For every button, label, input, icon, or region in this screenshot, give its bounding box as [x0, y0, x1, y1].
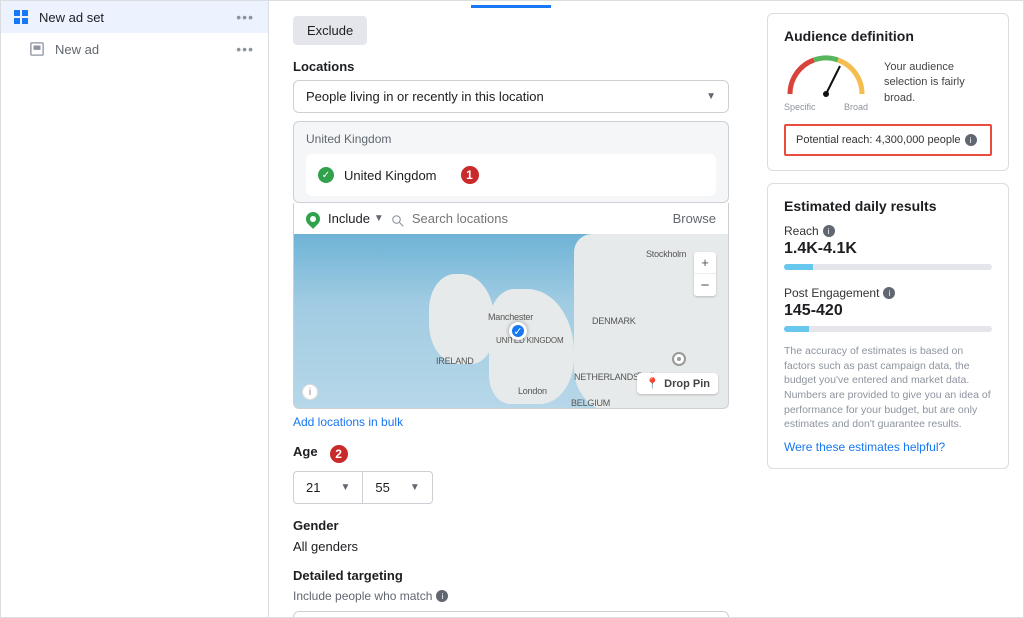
map-info-icon[interactable]: i — [302, 384, 318, 400]
gender-value: All genders — [293, 539, 729, 554]
sidebar-item-ad[interactable]: New ad ••• — [1, 33, 268, 65]
grid-icon — [13, 9, 29, 25]
location-group-heading: United Kingdom — [306, 132, 716, 146]
check-circle-icon: ✓ — [318, 167, 334, 183]
ad-icon — [29, 41, 45, 57]
left-sidebar: New ad set ••• New ad ••• — [1, 1, 269, 617]
zoom-out-button[interactable]: − — [694, 274, 716, 296]
more-icon[interactable]: ••• — [236, 41, 254, 57]
app-frame: New ad set ••• New ad ••• Exclude Locati… — [0, 0, 1024, 618]
map-landmass — [429, 274, 494, 364]
gauge-specific-label: Specific — [784, 102, 816, 112]
estimated-results-title: Estimated daily results — [784, 198, 992, 214]
reach-bar — [784, 264, 992, 270]
location-chip-label: United Kingdom — [344, 168, 437, 183]
chevron-down-icon: ▼ — [410, 482, 420, 493]
estimated-results-card: Estimated daily results Reach i 1.4K-4.1… — [767, 183, 1009, 469]
location-selection-box: United Kingdom ✓ United Kingdom 1 — [293, 121, 729, 203]
map-label-stockholm: Stockholm — [646, 249, 686, 259]
audience-gauge — [784, 54, 868, 102]
exclude-button[interactable]: Exclude — [293, 16, 367, 45]
annotation-2: 2 — [328, 443, 350, 465]
map-label-denmark: DENMARK — [592, 316, 636, 326]
location-type-value: People living in or recently in this loc… — [306, 89, 544, 104]
age-min-value: 21 — [306, 480, 320, 495]
age-max-select[interactable]: 55 ▼ — [362, 471, 432, 504]
map-label-belgium: BELGIUM — [571, 398, 610, 408]
location-search-row: Include ▼ Browse — [293, 203, 729, 234]
sidebar-adset-label: New ad set — [39, 10, 104, 25]
map-label-london: London — [518, 386, 547, 396]
sidebar-item-adset[interactable]: New ad set ••• — [1, 1, 268, 33]
drop-pin-label: Drop Pin — [664, 378, 710, 390]
audience-definition-card: Audience definition Specific — [767, 13, 1009, 171]
engagement-label-text: Post Engagement — [784, 286, 879, 300]
annotation-1: 1 — [459, 164, 481, 186]
info-icon[interactable]: i — [436, 590, 448, 602]
sidebar-ad-label: New ad — [55, 42, 99, 57]
pin-icon — [303, 209, 323, 229]
more-icon[interactable]: ••• — [236, 9, 254, 25]
locate-icon[interactable] — [672, 352, 686, 366]
gauge-broad-label: Broad — [844, 102, 868, 112]
age-range-selector: 21 ▼ 55 ▼ — [293, 471, 729, 504]
locations-heading: Locations — [293, 59, 729, 74]
detailed-targeting-sublabel: Include people who match i — [293, 589, 729, 603]
engagement-label: Post Engagement i — [784, 286, 992, 300]
reach-value: 1.4K-4.1K — [784, 240, 992, 258]
location-map[interactable]: UNITED KINGDOM IRELAND London Manchester… — [293, 234, 729, 409]
age-heading: Age — [293, 444, 318, 459]
reach-label: Reach i — [784, 224, 992, 238]
chevron-down-icon: ▼ — [340, 482, 350, 493]
detailed-targeting-card: Interests > Additional interests Star Wa… — [293, 611, 729, 617]
potential-reach-box: Potential reach: 4,300,000 people i — [784, 124, 992, 156]
include-label: Include — [328, 211, 370, 226]
info-icon[interactable]: i — [823, 225, 835, 237]
location-search-input[interactable] — [392, 211, 588, 226]
map-selected-pin[interactable]: ✓ — [509, 322, 527, 340]
right-panel: Audience definition Specific — [753, 1, 1023, 617]
include-toggle[interactable]: Include ▼ — [328, 211, 384, 226]
zoom-in-button[interactable]: + — [694, 252, 716, 274]
info-icon[interactable]: i — [883, 287, 895, 299]
map-label-manchester: Manchester — [488, 312, 533, 322]
chevron-down-icon: ▼ — [374, 213, 384, 224]
map-label-uk: UNITED KINGDOM — [496, 336, 563, 345]
active-tab-indicator — [471, 5, 551, 8]
map-label-netherlands: NETHERLANDS — [574, 372, 639, 382]
audience-definition-title: Audience definition — [784, 28, 992, 44]
estimates-helpful-link[interactable]: Were these estimates helpful? — [784, 440, 945, 454]
add-locations-bulk-link[interactable]: Add locations in bulk — [293, 415, 403, 429]
browse-button[interactable]: Browse — [673, 211, 716, 226]
engagement-bar — [784, 326, 992, 332]
main-panel: Exclude Locations People living in or re… — [269, 1, 753, 617]
location-type-dropdown[interactable]: People living in or recently in this loc… — [293, 80, 729, 113]
info-icon[interactable]: i — [965, 134, 977, 146]
map-zoom-controls: + − — [694, 252, 716, 296]
drop-pin-button[interactable]: 📍 Drop Pin — [637, 373, 718, 394]
potential-reach-text: Potential reach: 4,300,000 people — [796, 134, 961, 146]
engagement-value: 145-420 — [784, 302, 992, 320]
dt-sub-text: Include people who match — [293, 589, 432, 603]
audience-description: Your audience selection is fairly broad. — [884, 60, 992, 106]
age-max-value: 55 — [375, 480, 389, 495]
chevron-down-icon: ▼ — [706, 91, 716, 102]
age-min-select[interactable]: 21 ▼ — [293, 471, 362, 504]
estimates-disclaimer: The accuracy of estimates is based on fa… — [784, 344, 992, 432]
location-chip-uk[interactable]: ✓ United Kingdom 1 — [306, 154, 716, 196]
detailed-targeting-heading: Detailed targeting — [293, 568, 729, 583]
map-label-ireland: IRELAND — [436, 356, 474, 366]
reach-label-text: Reach — [784, 224, 819, 238]
gender-heading: Gender — [293, 518, 729, 533]
